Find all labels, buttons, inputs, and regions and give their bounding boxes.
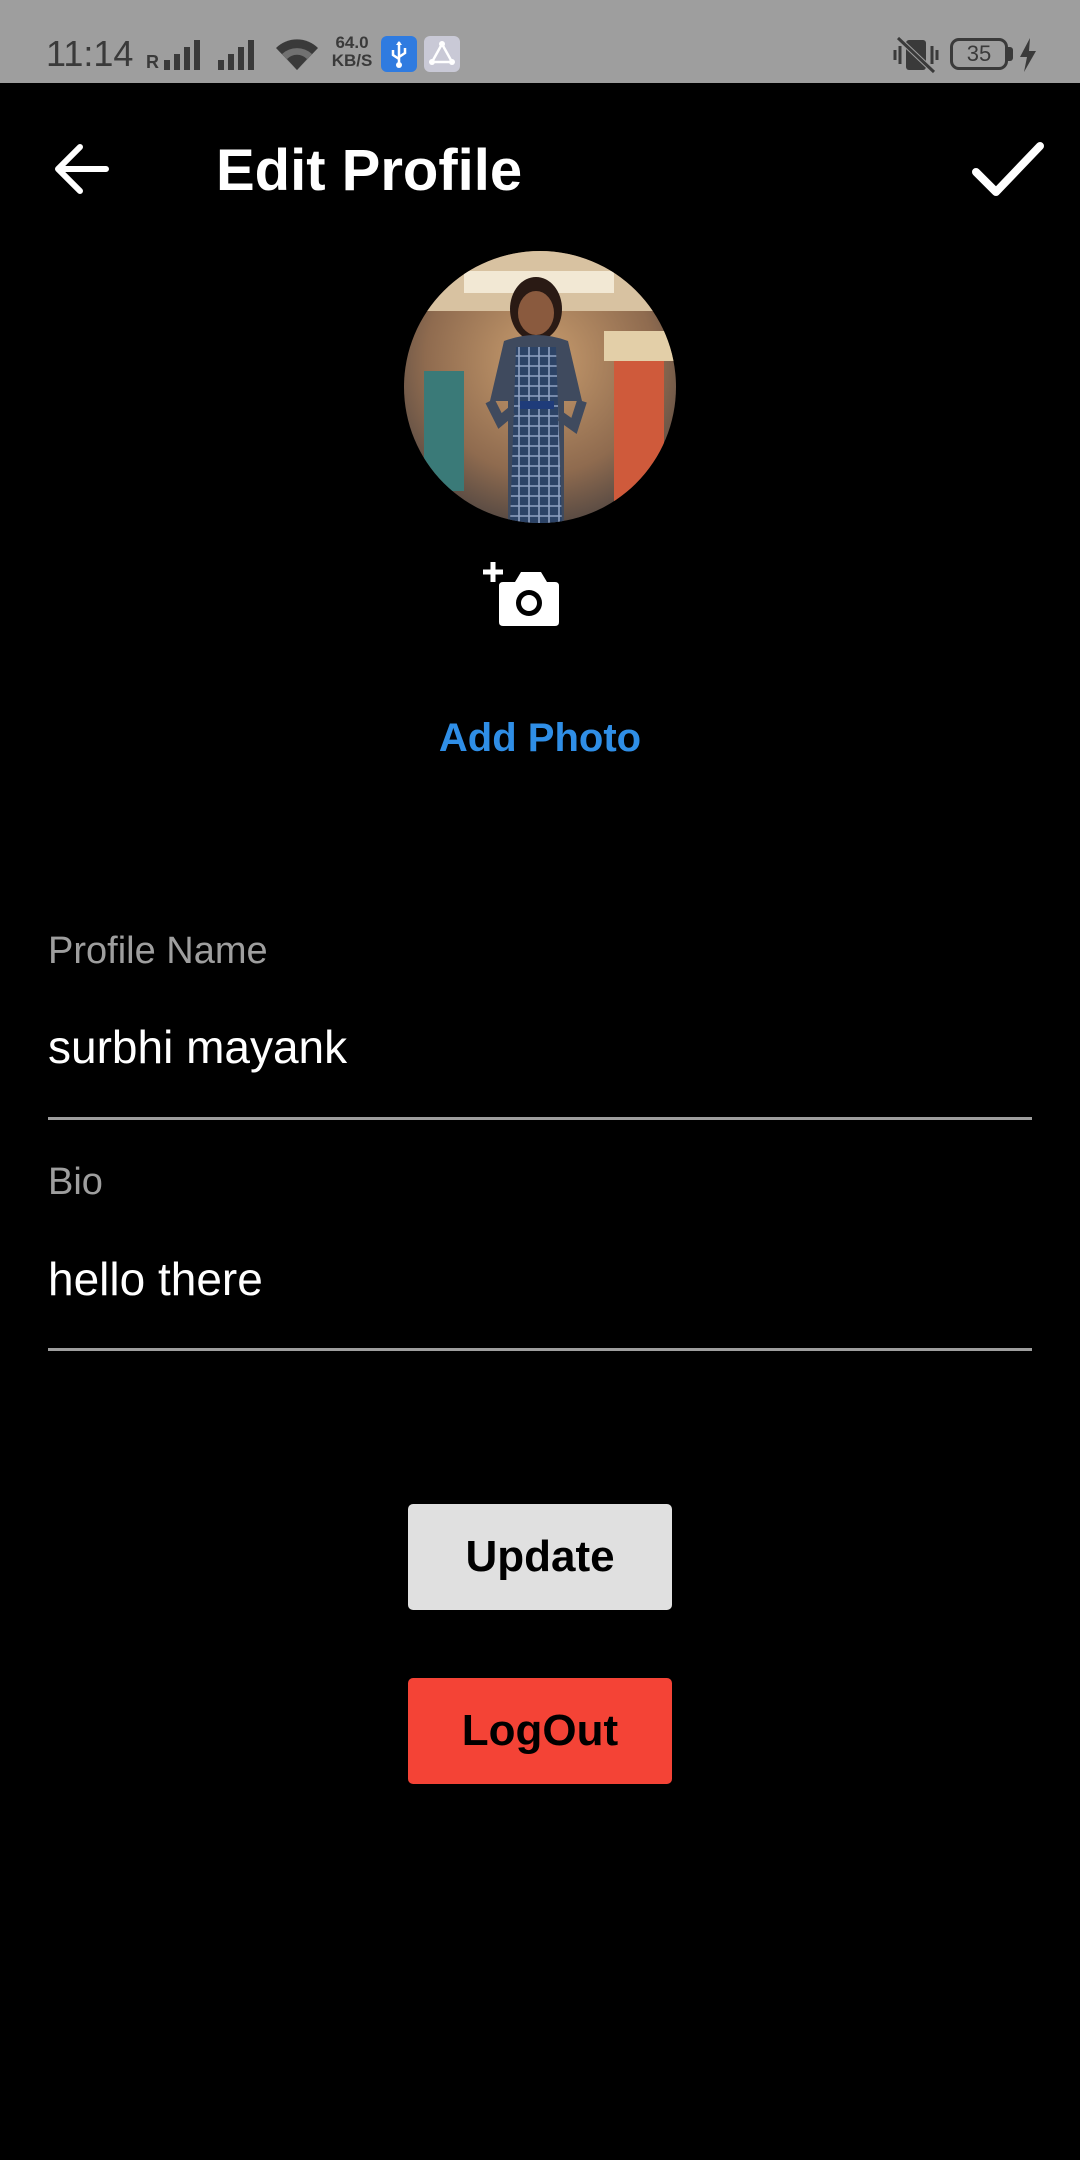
bio-underline: [48, 1348, 1032, 1351]
checkmark-icon: [972, 142, 1044, 196]
back-button[interactable]: [50, 135, 118, 203]
confirm-button[interactable]: [970, 132, 1046, 208]
page-title: Edit Profile: [216, 138, 523, 203]
avatar[interactable]: [404, 251, 676, 523]
signal-roaming-icon: R: [146, 40, 200, 70]
vibrate-icon: [893, 36, 939, 74]
app-notification-icon: [424, 36, 460, 72]
profile-name-label: Profile Name: [48, 930, 268, 972]
wifi-icon: [276, 39, 318, 70]
bio-input[interactable]: [48, 1244, 1032, 1314]
battery-tip: [1008, 47, 1013, 61]
update-button[interactable]: Update: [408, 1504, 672, 1610]
profile-name-input[interactable]: [48, 1012, 1032, 1082]
bio-label: Bio: [48, 1161, 103, 1203]
arrow-left-icon: [55, 144, 109, 194]
profile-photo: [404, 251, 676, 523]
add-photo-link[interactable]: Add Photo: [0, 714, 1080, 762]
profile-name-underline: [48, 1117, 1032, 1120]
charging-icon: [1020, 38, 1036, 72]
add-camera-icon: [483, 562, 559, 626]
add-camera-button[interactable]: [483, 560, 561, 628]
network-speed-unit: KB/S: [331, 51, 373, 70]
logout-button[interactable]: LogOut: [408, 1678, 672, 1784]
usb-notification-icon: [381, 36, 417, 72]
status-time: 11:14: [46, 33, 134, 74]
signal-icon: [218, 40, 254, 70]
battery-icon: 35: [950, 38, 1008, 70]
status-bar: 11:14 R 64.0 KB/S 35: [0, 0, 1080, 83]
network-speed-value: 64.0: [335, 33, 369, 52]
svg-text:R: R: [146, 52, 159, 70]
network-speed: 64.0 KB/S: [327, 34, 377, 70]
